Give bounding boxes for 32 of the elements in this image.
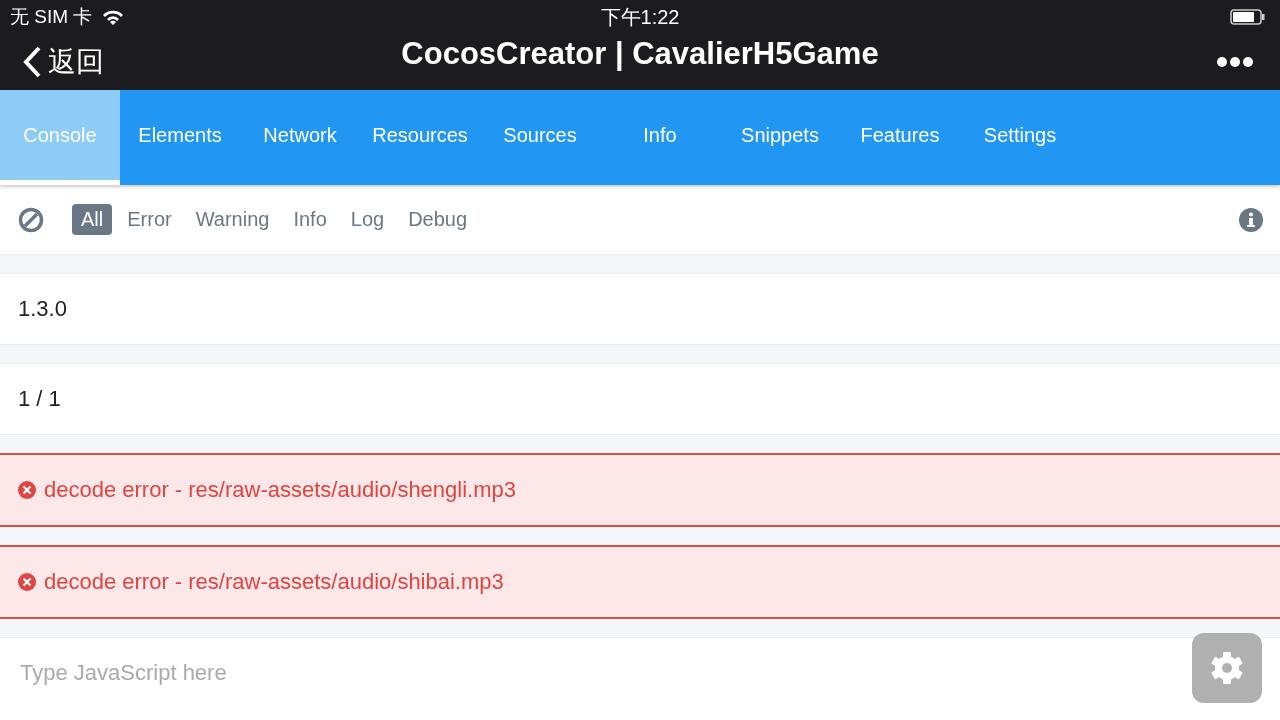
tab[interactable]: Sources xyxy=(480,90,600,185)
clock-time: 下午1:22 xyxy=(600,4,680,30)
page-title: CocosCreator | CavalierH5Game xyxy=(401,36,879,72)
tab[interactable]: Elements xyxy=(120,90,240,185)
error-icon xyxy=(18,573,36,591)
tab[interactable]: Settings xyxy=(960,90,1080,185)
filter-tab[interactable]: Error xyxy=(118,204,181,235)
filter-tab[interactable]: All xyxy=(72,204,113,235)
battery-icon xyxy=(1230,9,1266,25)
back-button[interactable]: 返回 xyxy=(22,43,104,81)
filter-tab[interactable]: Debug xyxy=(399,204,477,235)
carrier-name: 无 SIM 卡 xyxy=(10,5,93,29)
wifi-icon xyxy=(102,9,125,25)
info-icon[interactable] xyxy=(1239,207,1263,232)
more-icon[interactable] xyxy=(1216,56,1254,68)
back-chevron-icon xyxy=(22,46,42,78)
error-icon xyxy=(18,481,36,499)
tab[interactable]: Features xyxy=(840,90,960,185)
filter-tab[interactable]: Warning xyxy=(186,204,279,235)
filter-tab[interactable]: Info xyxy=(284,204,336,235)
tab[interactable]: Console xyxy=(0,90,120,185)
log-text: 1 / 1 xyxy=(18,386,61,412)
filter-tab[interactable]: Log xyxy=(341,204,394,235)
log-text: decode error - res/raw-assets/audio/shengli.mp3 xyxy=(44,477,516,503)
tab[interactable]: Resources xyxy=(360,90,480,185)
log-text: 1.3.0 xyxy=(18,296,67,322)
log-text: decode error - res/raw-assets/audio/shibai.mp3 xyxy=(44,569,504,595)
javascript-input-field[interactable]: Type JavaScript here xyxy=(0,660,940,686)
tab[interactable]: Snippets xyxy=(720,90,840,185)
tab[interactable]: Info xyxy=(600,90,720,185)
clear-icon[interactable] xyxy=(18,206,44,233)
tab[interactable]: Network xyxy=(240,90,360,185)
